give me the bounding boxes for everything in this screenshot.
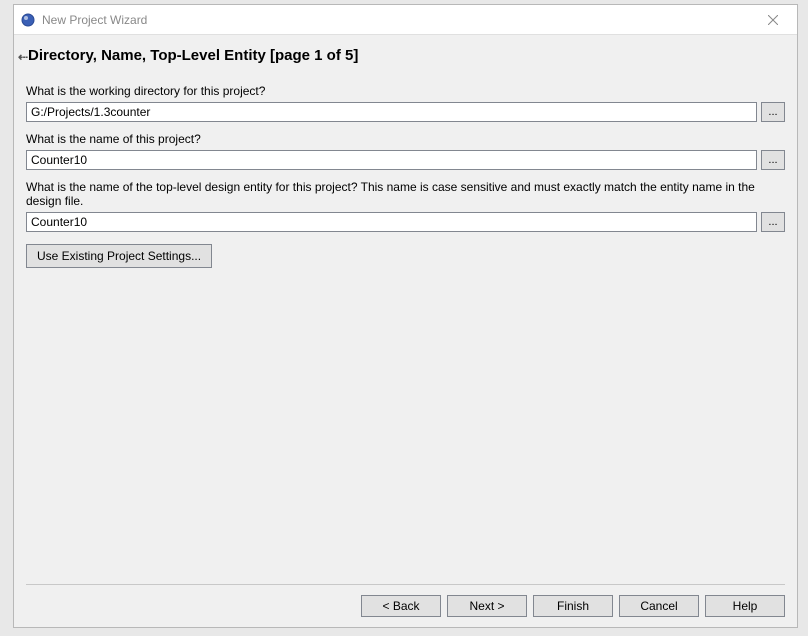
close-button[interactable] (755, 6, 791, 34)
window-title: New Project Wizard (42, 13, 755, 27)
entity-name-label: What is the name of the top-level design… (26, 180, 785, 208)
project-name-browse-button[interactable]: ... (761, 150, 785, 170)
entity-name-input[interactable] (26, 212, 757, 232)
entity-name-row: ... (26, 212, 785, 232)
use-existing-settings-button[interactable]: Use Existing Project Settings... (26, 244, 212, 268)
next-button[interactable]: Next > (447, 595, 527, 617)
back-button[interactable]: < Back (361, 595, 441, 617)
cancel-button[interactable]: Cancel (619, 595, 699, 617)
project-name-label: What is the name of this project? (26, 132, 785, 146)
wizard-window: New Project Wizard ⇠ Directory, Name, To… (13, 4, 798, 628)
page-title-text: Directory, Name, Top-Level Entity [page … (28, 47, 358, 64)
content-area: ⇠ Directory, Name, Top-Level Entity [pag… (14, 35, 797, 627)
back-arrow-icon: ⇠ (18, 50, 28, 64)
entity-name-browse-button[interactable]: ... (761, 212, 785, 232)
form-area: What is the working directory for this p… (26, 78, 785, 584)
directory-browse-button[interactable]: ... (761, 102, 785, 122)
directory-input[interactable] (26, 102, 757, 122)
directory-row: ... (26, 102, 785, 122)
titlebar: New Project Wizard (14, 5, 797, 35)
app-icon (20, 12, 36, 28)
footer: < Back Next > Finish Cancel Help (26, 584, 785, 621)
page-title: ⇠ Directory, Name, Top-Level Entity [pag… (28, 47, 785, 64)
project-name-input[interactable] (26, 150, 757, 170)
project-name-row: ... (26, 150, 785, 170)
help-button[interactable]: Help (705, 595, 785, 617)
directory-label: What is the working directory for this p… (26, 84, 785, 98)
finish-button[interactable]: Finish (533, 595, 613, 617)
